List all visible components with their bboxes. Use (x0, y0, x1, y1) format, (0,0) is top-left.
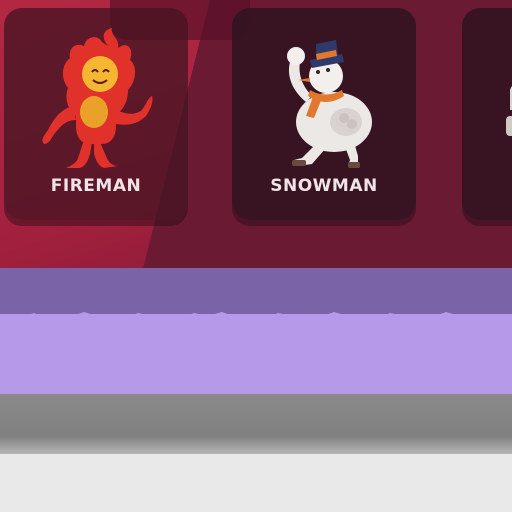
character-card-snowman[interactable]: SNOWMAN (232, 8, 416, 220)
fireman-icon (42, 28, 153, 168)
character-select-area: FIREMAN SNOWMAN (0, 0, 512, 268)
snowman-icon (287, 40, 372, 168)
white-floor (0, 454, 512, 512)
character-name-label: FIREMAN (50, 176, 142, 196)
grey-band (0, 394, 512, 454)
character-card-fireman[interactable]: FIREMAN (4, 8, 188, 220)
character-card-partial[interactable] (462, 8, 512, 220)
game-screen: FIREMAN SNOWMAN (0, 0, 512, 512)
torn-edge-top (0, 312, 512, 326)
character-name-label: SNOWMAN (270, 176, 378, 196)
partial-character-icon (506, 86, 512, 136)
purple-band-light (0, 312, 512, 398)
